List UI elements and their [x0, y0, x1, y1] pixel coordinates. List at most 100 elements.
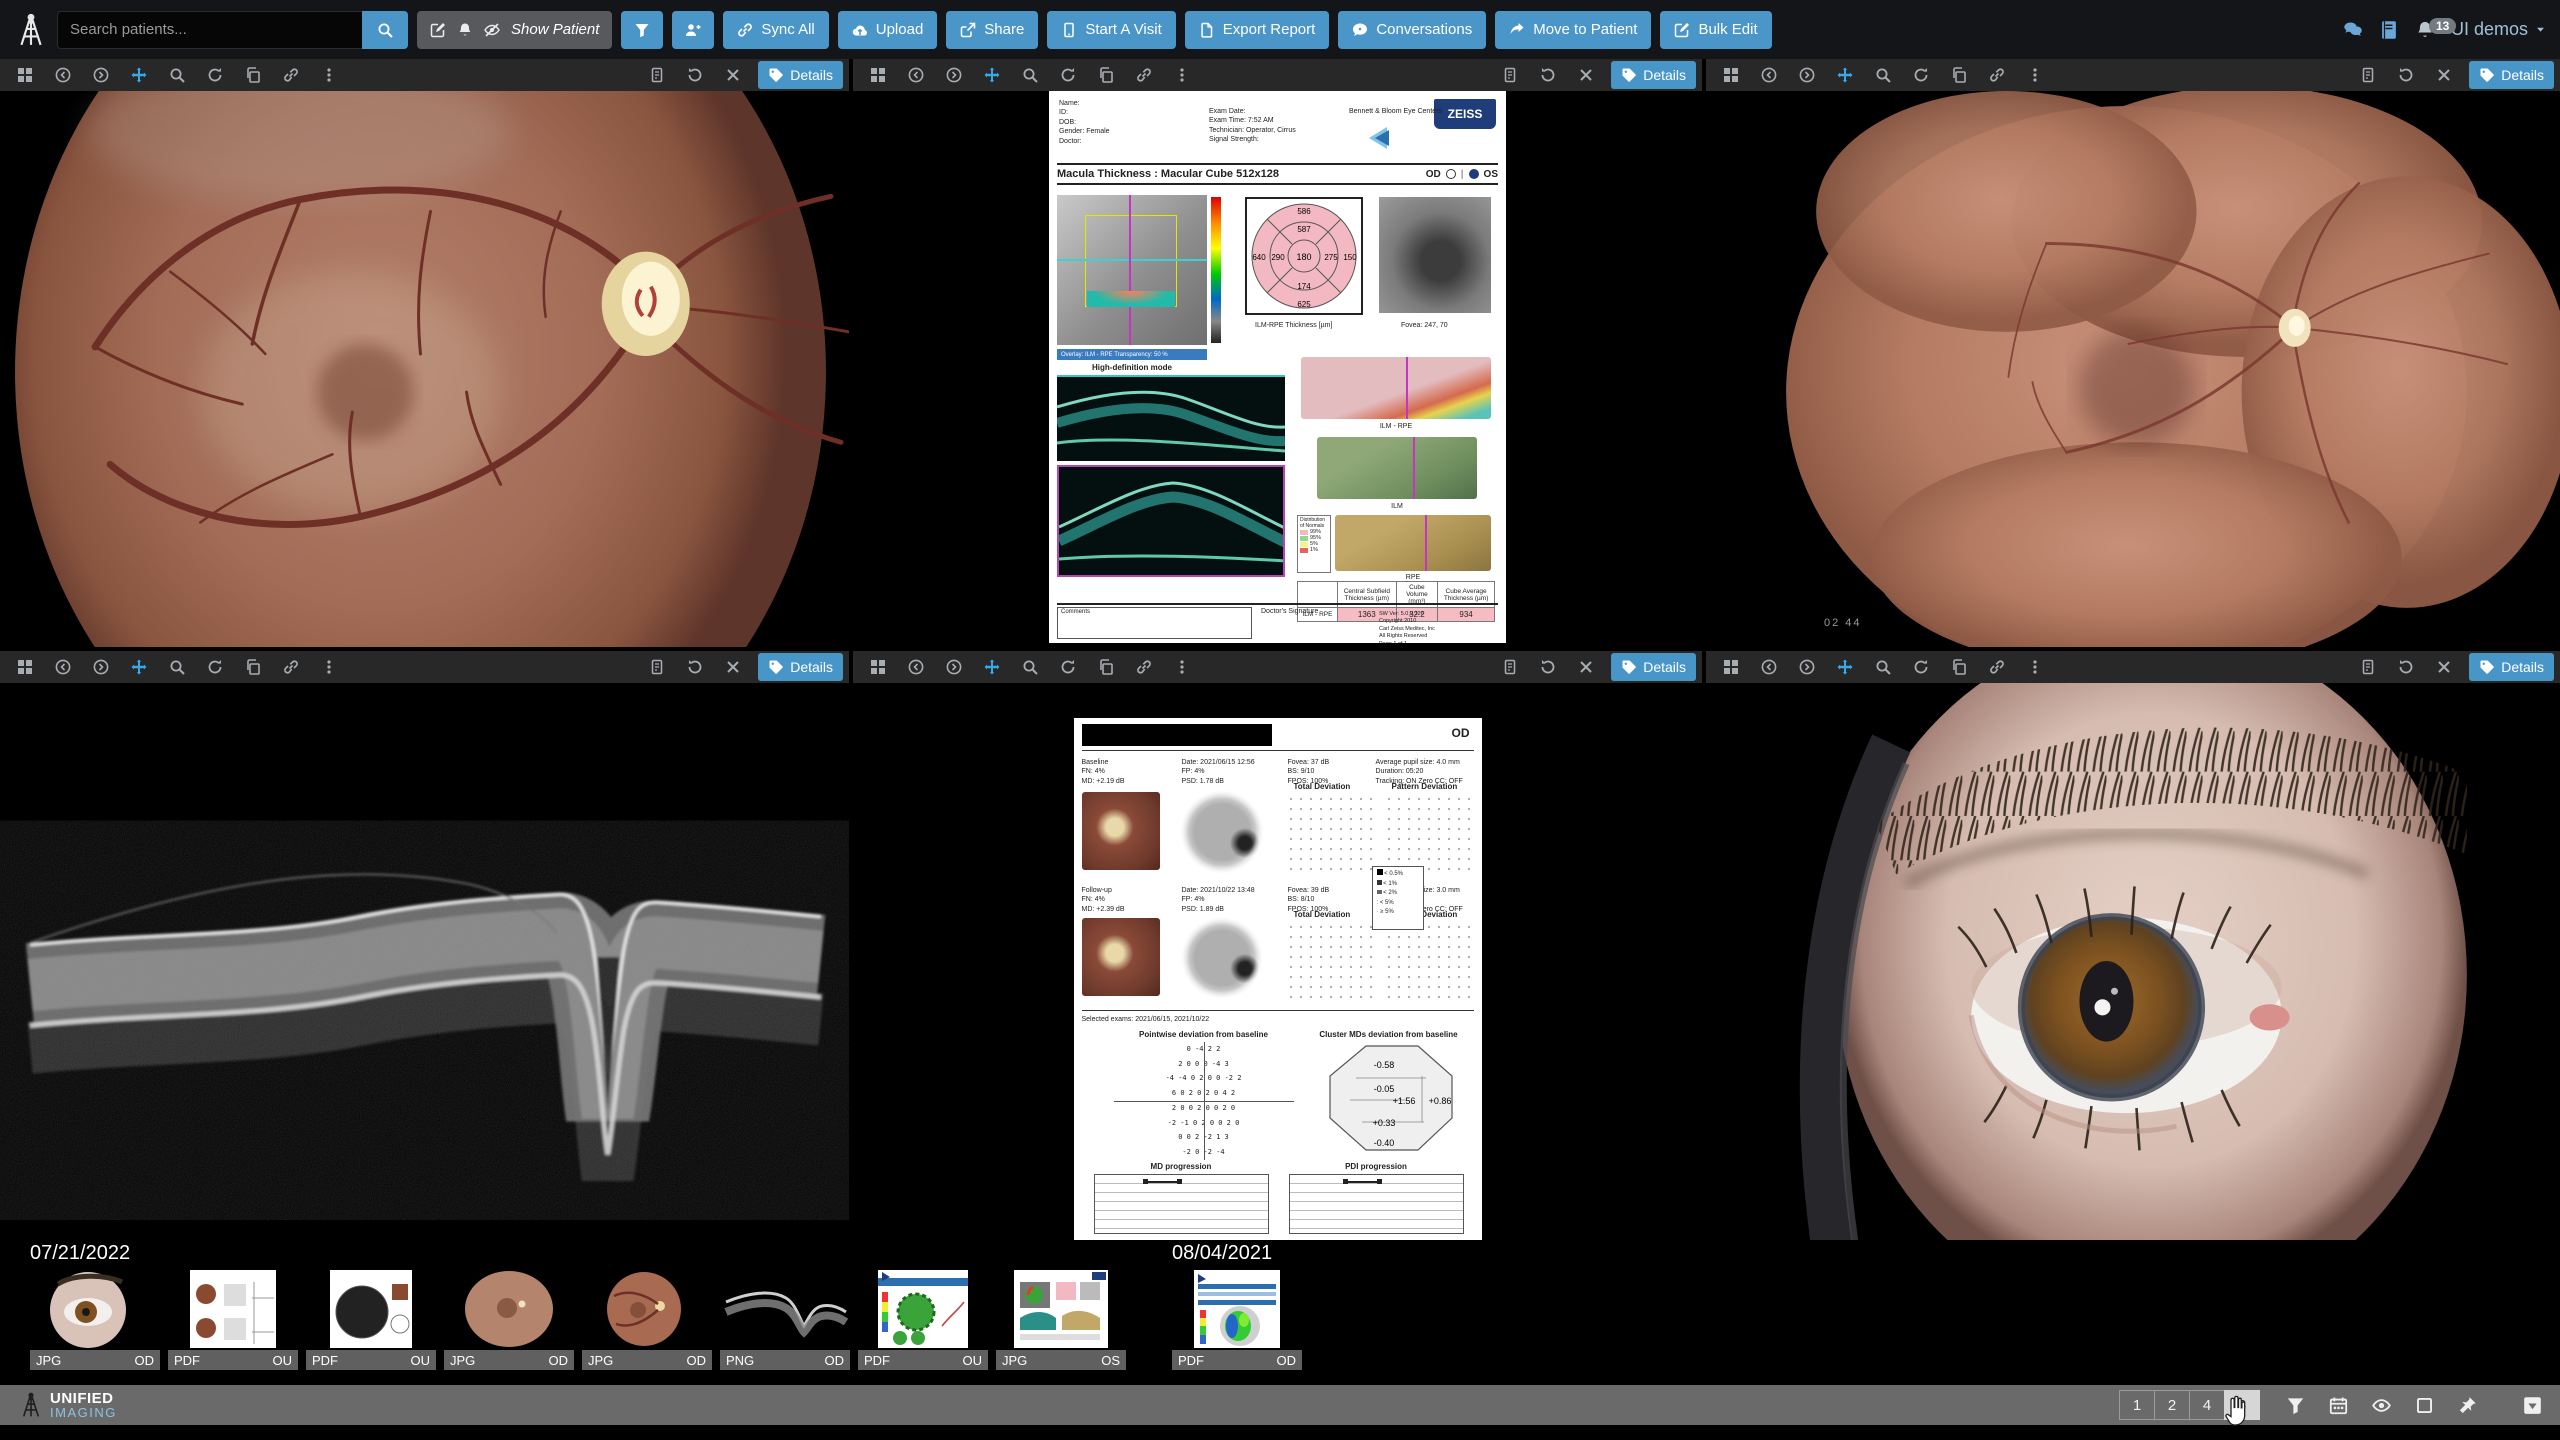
pan-tool-icon[interactable] — [120, 659, 158, 675]
layout-frame-icon[interactable] — [2415, 1396, 2434, 1415]
visual-field-report[interactable]: OD Baseline FN: 4% MD: +2.19 dB Date: 20… — [853, 683, 1702, 1240]
next-image-icon[interactable] — [82, 67, 120, 83]
close-viewport-icon[interactable] — [1567, 67, 1605, 83]
move-to-patient-button[interactable]: Move to Patient — [1495, 11, 1651, 49]
more-options-icon[interactable] — [1163, 659, 1201, 675]
calendar-icon[interactable] — [2329, 1396, 2348, 1415]
user-menu[interactable]: UI demos — [2451, 19, 2546, 40]
next-image-icon[interactable] — [1788, 67, 1826, 83]
report-icon[interactable] — [1491, 659, 1529, 675]
layout-grid-icon[interactable] — [859, 67, 897, 83]
thumbnail-6[interactable]: PNGOD — [720, 1268, 850, 1370]
pan-tool-icon[interactable] — [1826, 659, 1864, 675]
rotate-tool-icon[interactable] — [1902, 659, 1940, 675]
conversations-button[interactable]: Conversations — [1338, 11, 1486, 49]
history-icon[interactable] — [2387, 67, 2425, 83]
pin-filmstrip-icon[interactable] — [2458, 1396, 2477, 1415]
show-patient-group[interactable]: Show Patient — [417, 11, 612, 49]
copy-icon[interactable] — [1940, 67, 1978, 83]
rotate-tool-icon[interactable] — [1902, 67, 1940, 83]
link-images-icon[interactable] — [1125, 67, 1163, 83]
external-eye-photo[interactable] — [1706, 683, 2560, 1240]
messages-button[interactable] — [2343, 20, 2363, 40]
report-icon[interactable] — [2349, 659, 2387, 675]
search-input[interactable] — [57, 11, 362, 49]
notifications-button[interactable]: 13 — [2415, 20, 2435, 40]
collapse-filmstrip-icon[interactable] — [2523, 1396, 2542, 1415]
oct-bscan-image[interactable] — [0, 683, 849, 1240]
thumbnail-8[interactable]: JPGOS — [996, 1268, 1126, 1370]
copy-icon[interactable] — [1087, 67, 1125, 83]
details-button[interactable]: Details — [2469, 653, 2554, 681]
close-viewport-icon[interactable] — [2425, 659, 2463, 675]
next-image-icon[interactable] — [935, 659, 973, 675]
zoom-tool-icon[interactable] — [158, 659, 196, 675]
layout-grid-icon[interactable] — [1712, 659, 1750, 675]
add-patient-button[interactable] — [672, 11, 714, 49]
thumbnail-1[interactable]: JPGOD — [30, 1268, 160, 1370]
export-report-button[interactable]: Export Report — [1185, 11, 1330, 49]
prev-image-icon[interactable] — [1750, 67, 1788, 83]
log-button[interactable] — [2379, 20, 2399, 40]
start-visit-button[interactable]: Start A Visit — [1047, 11, 1175, 49]
layout-1-button[interactable]: 1 — [2119, 1390, 2155, 1420]
pan-tool-icon[interactable] — [1826, 67, 1864, 83]
zoom-tool-icon[interactable] — [1864, 67, 1902, 83]
more-options-icon[interactable] — [1163, 67, 1201, 83]
thumbnail-3[interactable]: PDFOU — [306, 1268, 436, 1370]
details-button[interactable]: Details — [1611, 61, 1696, 89]
link-images-icon[interactable] — [272, 67, 310, 83]
pan-tool-icon[interactable] — [973, 67, 1011, 83]
link-images-icon[interactable] — [1978, 659, 2016, 675]
zoom-tool-icon[interactable] — [1011, 67, 1049, 83]
next-image-icon[interactable] — [82, 659, 120, 675]
prev-image-icon[interactable] — [897, 67, 935, 83]
zoom-tool-icon[interactable] — [158, 67, 196, 83]
history-icon[interactable] — [676, 659, 714, 675]
copy-icon[interactable] — [234, 67, 272, 83]
zoom-tool-icon[interactable] — [1864, 659, 1902, 675]
close-viewport-icon[interactable] — [714, 659, 752, 675]
bulk-edit-button[interactable]: Bulk Edit — [1660, 11, 1771, 49]
link-images-icon[interactable] — [272, 659, 310, 675]
visibility-icon[interactable] — [2372, 1396, 2391, 1415]
report-icon[interactable] — [1491, 67, 1529, 83]
macula-thickness-report[interactable]: ZEISS Name: ID: DOB: Gender: Female Doct… — [853, 91, 1702, 647]
link-images-icon[interactable] — [1978, 67, 2016, 83]
layout-grid-icon[interactable] — [859, 659, 897, 675]
thumbnail-2[interactable]: PDFOU — [168, 1268, 298, 1370]
history-icon[interactable] — [2387, 659, 2425, 675]
rotate-tool-icon[interactable] — [1049, 67, 1087, 83]
prev-image-icon[interactable] — [1750, 659, 1788, 675]
copy-icon[interactable] — [1940, 659, 1978, 675]
link-images-icon[interactable] — [1125, 659, 1163, 675]
share-button[interactable]: Share — [946, 11, 1038, 49]
rotate-tool-icon[interactable] — [196, 67, 234, 83]
filter-thumbnails-icon[interactable] — [2286, 1396, 2305, 1415]
thumbnail-4[interactable]: JPGOD — [444, 1268, 574, 1370]
report-icon[interactable] — [2349, 67, 2387, 83]
upload-button[interactable]: Upload — [838, 11, 938, 49]
history-icon[interactable] — [676, 67, 714, 83]
pan-tool-icon[interactable] — [973, 659, 1011, 675]
sync-all-button[interactable]: Sync All — [723, 11, 828, 49]
more-options-icon[interactable] — [310, 659, 348, 675]
filter-button[interactable] — [621, 11, 663, 49]
close-viewport-icon[interactable] — [2425, 67, 2463, 83]
thumbnail-9[interactable]: PDFOD — [1172, 1268, 1302, 1370]
history-icon[interactable] — [1529, 659, 1567, 675]
details-button[interactable]: Details — [758, 653, 843, 681]
prev-image-icon[interactable] — [897, 659, 935, 675]
rotate-tool-icon[interactable] — [196, 659, 234, 675]
layout-grid-icon[interactable] — [1712, 67, 1750, 83]
search-button[interactable] — [362, 11, 408, 49]
close-viewport-icon[interactable] — [714, 67, 752, 83]
thumbnail-5[interactable]: JPGOD — [582, 1268, 712, 1370]
thumbnail-7[interactable]: PDFOU — [858, 1268, 988, 1370]
eye-slash-icon[interactable] — [484, 22, 500, 38]
rotate-tool-icon[interactable] — [1049, 659, 1087, 675]
fundus-montage-photo[interactable]: 02 44 — [1706, 91, 2560, 647]
details-button[interactable]: Details — [758, 61, 843, 89]
prev-image-icon[interactable] — [44, 67, 82, 83]
report-icon[interactable] — [638, 67, 676, 83]
